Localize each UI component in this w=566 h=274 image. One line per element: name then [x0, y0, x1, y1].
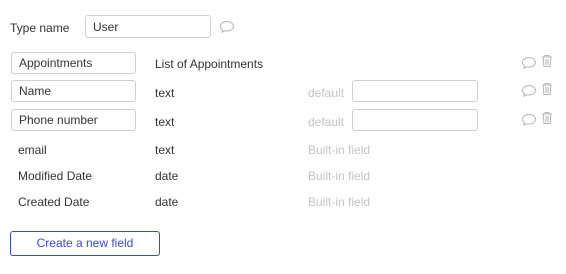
comment-icon[interactable]	[521, 113, 537, 127]
type-name-label: Type name	[10, 21, 70, 35]
builtin-field-label: Built-in field	[308, 143, 371, 157]
default-label: default	[308, 86, 345, 100]
field-type-email: text	[155, 143, 175, 157]
default-label: default	[308, 115, 345, 129]
field-type-name: text	[155, 86, 175, 100]
field-type-created-date: date	[155, 195, 179, 209]
comment-icon[interactable]	[219, 20, 235, 34]
default-value-input-phone-number[interactable]	[352, 109, 478, 131]
field-type-modified-date: date	[155, 169, 179, 183]
field-name-modified-date: Modified Date	[18, 169, 93, 183]
comment-icon[interactable]	[521, 56, 537, 70]
field-name-created-date: Created Date	[18, 195, 90, 209]
trash-icon[interactable]	[541, 54, 557, 68]
create-new-field-button[interactable]: Create a new field	[10, 231, 160, 256]
field-name-phone-number[interactable]: Phone number	[11, 109, 136, 131]
builtin-field-label: Built-in field	[308, 169, 371, 183]
field-type-phone-number: text	[155, 115, 175, 129]
type-name-input[interactable]	[85, 15, 211, 38]
builtin-field-label: Built-in field	[308, 195, 371, 209]
default-value-input-name[interactable]	[352, 80, 478, 102]
field-name-email: email	[18, 143, 47, 157]
field-name-name[interactable]: Name	[11, 80, 136, 102]
comment-icon[interactable]	[521, 84, 537, 98]
trash-icon[interactable]	[541, 111, 557, 125]
trash-icon[interactable]	[541, 82, 557, 96]
field-name-appointments[interactable]: Appointments	[11, 52, 136, 74]
field-type-appointments: List of Appointments	[155, 57, 264, 71]
